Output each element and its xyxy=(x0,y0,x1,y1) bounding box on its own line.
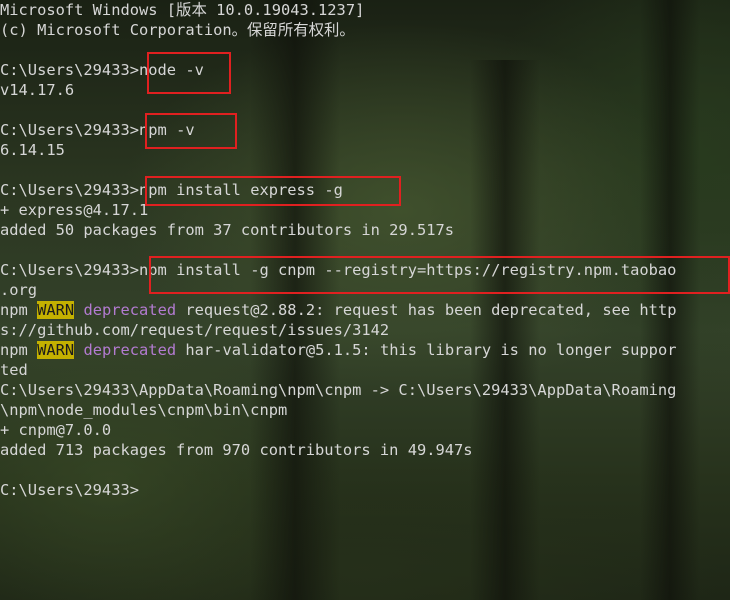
npm-label: npm xyxy=(0,341,38,359)
output-express-summary: added 50 packages from 37 contributors i… xyxy=(0,221,455,239)
command-cnpm-wrap: .org xyxy=(0,281,38,299)
output-cnpm-link-wrap: \npm\node_modules\cnpm\bin\cnpm xyxy=(0,401,288,419)
command-prompt-window[interactable]: Microsoft Windows [版本 10.0.19043.1237] (… xyxy=(0,0,730,600)
warn-line-request: npm WARN deprecated request@2.88.2: requ… xyxy=(0,300,676,320)
prompt: C:\Users\29433> xyxy=(0,181,139,199)
warn-line-har-validator: npm WARN deprecated har-validator@5.1.5:… xyxy=(0,340,676,360)
output-express-installed: + express@4.17.1 xyxy=(0,201,149,219)
current-prompt[interactable]: C:\Users\29433> xyxy=(0,480,139,500)
warn-badge: WARN xyxy=(37,301,75,319)
highlight-box-install-cnpm xyxy=(149,256,730,294)
output-cnpm-summary: added 713 packages from 970 contributors… xyxy=(0,441,473,459)
warn-har-wrap: ted xyxy=(0,361,28,379)
warn-har-text: har-validator@5.1.5: this library is no … xyxy=(176,341,677,359)
highlight-box-node-v xyxy=(147,52,231,94)
header-copyright-line: (c) Microsoft Corporation。保留所有权利。 xyxy=(0,21,355,39)
highlight-box-install-express xyxy=(145,176,401,206)
output-cnpm-installed: + cnpm@7.0.0 xyxy=(0,421,112,439)
npm-label: npm xyxy=(0,301,38,319)
warn-request-text: request@2.88.2: request has been depreca… xyxy=(176,301,677,319)
prompt: C:\Users\29433> xyxy=(0,261,139,279)
deprecated-label: deprecated xyxy=(83,341,177,359)
highlight-box-npm-v xyxy=(145,113,237,149)
warn-badge: WARN xyxy=(37,341,75,359)
output-cnpm-link: C:\Users\29433\AppData\Roaming\npm\cnpm … xyxy=(0,381,677,399)
prompt: C:\Users\29433> xyxy=(0,61,139,79)
prompt: C:\Users\29433> xyxy=(0,121,139,139)
warn-request-wrap: s://github.com/request/request/issues/31… xyxy=(0,321,390,339)
deprecated-label: deprecated xyxy=(83,301,177,319)
output-node-version: v14.17.6 xyxy=(0,81,75,99)
output-npm-version: 6.14.15 xyxy=(0,141,65,159)
header-version-line: Microsoft Windows [版本 10.0.19043.1237] xyxy=(0,1,365,19)
